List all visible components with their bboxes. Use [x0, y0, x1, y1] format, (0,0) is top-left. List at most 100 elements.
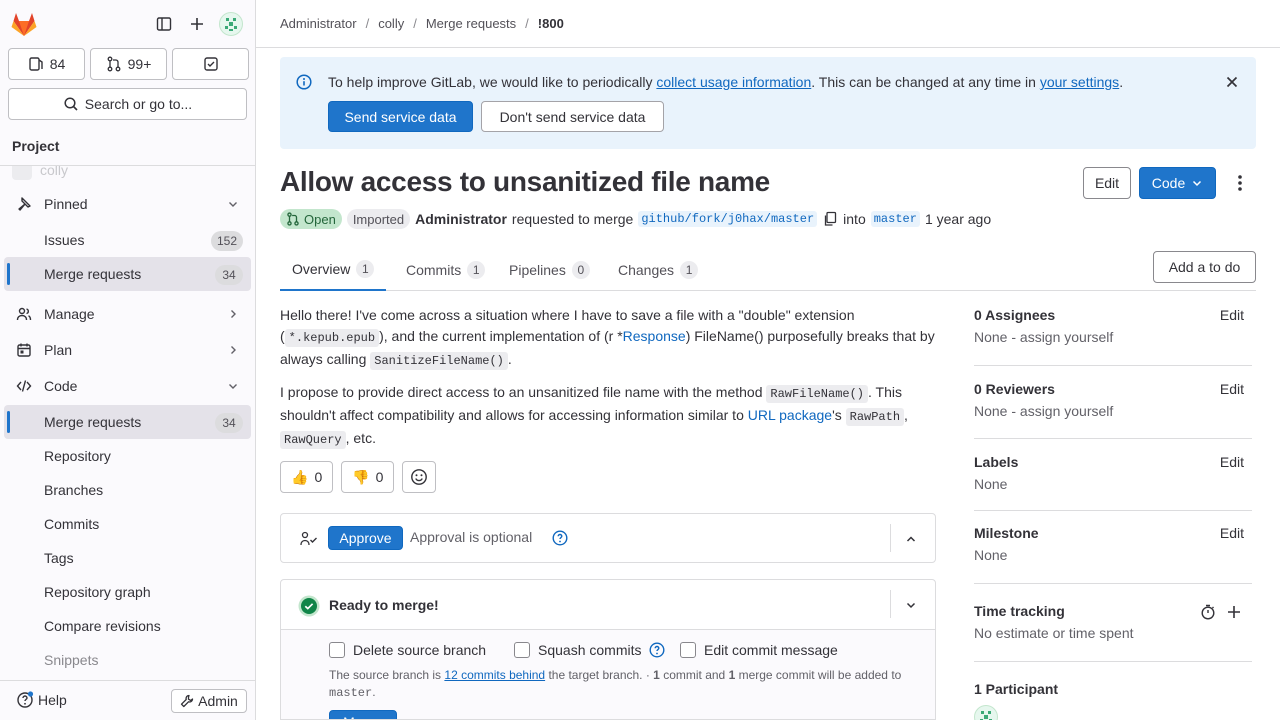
stopwatch-icon[interactable]	[1200, 604, 1216, 620]
edit-milestone-button[interactable]: Edit	[1220, 525, 1244, 541]
sidebar-item-pinned-issues[interactable]: Issues 152	[4, 223, 251, 257]
text: commit and	[659, 668, 729, 682]
chevron-down-icon[interactable]	[905, 599, 917, 611]
help-question-icon[interactable]	[552, 530, 568, 546]
sidebar-group-manage[interactable]: Manage	[4, 297, 251, 331]
delete-source-branch-checkbox[interactable]: Delete source branch	[329, 642, 486, 658]
search-button[interactable]: Search or go to...	[8, 88, 247, 120]
merge-options: Delete source branch Squash commits Edit…	[281, 630, 935, 719]
text: ), and the current implementation of (r …	[379, 328, 623, 344]
sidebar-group-pinned[interactable]: Pinned	[4, 187, 251, 221]
add-todo-button[interactable]: Add a to do	[1153, 251, 1256, 283]
meta-text: requested to merge	[511, 211, 634, 227]
thumbsup-button[interactable]: 👍 0	[280, 461, 334, 493]
add-reaction-button[interactable]	[402, 461, 437, 493]
source-branch[interactable]: github/fork/j0hax/master	[638, 211, 818, 227]
admin-button[interactable]: Admin	[171, 689, 247, 713]
sidebar-group-plan[interactable]: Plan	[4, 333, 251, 367]
avatar[interactable]	[219, 12, 243, 36]
divider	[974, 365, 1252, 366]
issues-counter-button[interactable]: 84	[8, 48, 85, 80]
sidebar-item-label: Merge requests	[44, 414, 142, 430]
sidebar-project-item[interactable]: colly	[12, 166, 68, 180]
sidebar-item-repository-graph[interactable]: Repository graph	[4, 575, 251, 609]
project-name: colly	[40, 166, 69, 178]
participant-avatar[interactable]	[974, 705, 998, 720]
edit-labels-button[interactable]: Edit	[1220, 454, 1244, 470]
checkbox[interactable]	[514, 642, 530, 658]
approval-icon	[300, 531, 318, 547]
tab-overview[interactable]: Overview 1	[280, 249, 387, 291]
breadcrumb-item[interactable]: Administrator	[280, 16, 357, 31]
tab-pipelines[interactable]: Pipelines 0	[509, 249, 590, 291]
sidebar-item-snippets[interactable]: Snippets	[4, 643, 251, 677]
breadcrumb-current[interactable]: !800	[538, 16, 564, 31]
more-actions-icon[interactable]	[1230, 175, 1250, 191]
labels-title: Labels	[974, 454, 1019, 470]
url-package-link[interactable]: URL package	[748, 407, 832, 423]
copy-icon[interactable]	[822, 211, 838, 227]
alert-message: To help improve GitLab, we would like to…	[328, 73, 1123, 91]
sidebar-item-compare-revisions[interactable]: Compare revisions	[4, 609, 251, 643]
sidebar-item-branches[interactable]: Branches	[4, 473, 251, 507]
edit-button[interactable]: Edit	[1083, 167, 1131, 199]
smiley-icon	[411, 469, 428, 485]
breadcrumb-item[interactable]: colly	[378, 16, 404, 31]
add-time-icon[interactable]	[1226, 604, 1242, 620]
reviewers-value[interactable]: None - assign yourself	[974, 403, 1252, 419]
sidebar-item-pinned-merge-requests[interactable]: Merge requests 34	[4, 257, 251, 291]
response-link[interactable]: Response	[623, 328, 686, 344]
sidebar-item-repository[interactable]: Repository	[4, 439, 251, 473]
admin-label: Admin	[198, 693, 238, 709]
squash-commits-checkbox[interactable]: Squash commits	[514, 642, 665, 658]
collect-usage-link[interactable]: collect usage information	[656, 74, 811, 90]
code-dropdown-button[interactable]: Code	[1139, 167, 1216, 199]
target-branch[interactable]: master	[870, 211, 920, 227]
question-icon	[17, 691, 34, 708]
breadcrumb-item[interactable]: Merge requests	[426, 16, 516, 31]
merge-requests-counter-button[interactable]: 99+	[90, 48, 167, 80]
sidebar-item-commits[interactable]: Commits	[4, 507, 251, 541]
tab-count: 0	[571, 261, 590, 279]
edit-assignees-button[interactable]: Edit	[1220, 307, 1244, 323]
merge-button[interactable]: Merge	[329, 710, 397, 719]
help-question-icon[interactable]	[649, 642, 665, 658]
gitlab-logo-icon[interactable]	[10, 11, 38, 37]
wrench-icon	[181, 694, 194, 708]
tab-commits[interactable]: Commits 1	[406, 249, 486, 291]
reviewers-title: 0 Reviewers	[974, 381, 1055, 397]
chevron-down-icon	[1193, 180, 1202, 187]
code-button-label: Code	[1151, 175, 1186, 191]
edit-commit-message-checkbox[interactable]: Edit commit message	[680, 642, 838, 658]
sidebar-item-merge-requests[interactable]: Merge requests 34	[4, 405, 251, 439]
commits-behind-link[interactable]: 12 commits behind	[444, 668, 545, 682]
tab-changes[interactable]: Changes 1	[618, 249, 699, 291]
edit-reviewers-button[interactable]: Edit	[1220, 381, 1244, 397]
sidebar-group-label: Manage	[44, 306, 95, 322]
reviewers-block: 0 Reviewers Edit None - assign yourself	[974, 381, 1252, 419]
thumbsup-icon: 👍	[291, 468, 309, 485]
sidebar-group-code[interactable]: Code	[4, 369, 251, 403]
help-label: Help	[38, 692, 67, 708]
assignees-value[interactable]: None - assign yourself	[974, 329, 1252, 345]
create-new-icon[interactable]	[185, 12, 209, 36]
checkbox[interactable]	[680, 642, 696, 658]
chevron-up-icon[interactable]	[905, 533, 917, 545]
dont-send-service-data-button[interactable]: Don't send service data	[481, 101, 664, 132]
approve-button[interactable]: Approve	[328, 526, 403, 550]
sidebar-item-tags[interactable]: Tags	[4, 541, 251, 575]
send-service-data-button[interactable]: Send service data	[328, 101, 473, 132]
close-icon[interactable]	[1224, 74, 1240, 90]
time-tracking-block: Time tracking No estimate or time spent	[974, 603, 1252, 641]
todos-counter-button[interactable]	[172, 48, 249, 80]
approval-widget: Approve Approval is optional	[280, 513, 936, 563]
checkbox-label: Squash commits	[538, 642, 642, 658]
your-settings-link[interactable]: your settings	[1040, 74, 1119, 90]
checkbox[interactable]	[329, 642, 345, 658]
sidebar-toggle-icon[interactable]	[152, 12, 176, 36]
tab-label: Commits	[406, 262, 462, 278]
thumbsdown-button[interactable]: 👎 0	[341, 461, 395, 493]
author-link[interactable]: Administrator	[415, 211, 507, 227]
chevron-right-icon	[227, 344, 239, 356]
help-button[interactable]: Help	[16, 691, 67, 709]
